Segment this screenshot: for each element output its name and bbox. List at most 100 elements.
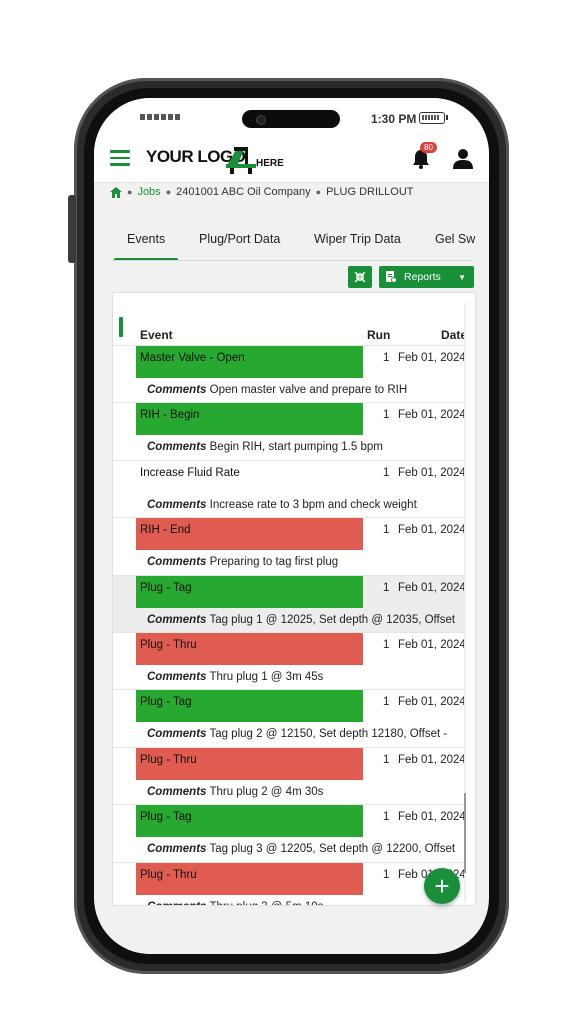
comment-label: Comments — [147, 901, 206, 905]
run-cell: 1 — [383, 466, 390, 479]
comment-label: Comments — [147, 556, 207, 569]
run-cell: 1 — [383, 696, 390, 709]
logo-suffix: HERE — [256, 158, 284, 169]
battery-icon — [419, 112, 448, 124]
comment-line: Comments Increase rate to 3 bpm and chec… — [147, 499, 417, 511]
table-row[interactable]: Plug - Tag 1 Feb 01, 2024 Comments Tag plug… — [113, 689, 465, 747]
home-icon[interactable] — [110, 186, 122, 198]
collapse-button[interactable] — [348, 266, 372, 288]
breadcrumb-jobs-link[interactable]: Jobs — [137, 186, 160, 198]
comment-line: Comments Open master valve and prepare t… — [147, 384, 407, 396]
column-header-date[interactable]: Date — [441, 328, 465, 342]
notch — [242, 110, 340, 128]
table-row[interactable]: Master Valve - Open 1 Feb 01, 2024 Comments… — [113, 345, 465, 403]
status-bar: 1:30 PM — [94, 98, 489, 142]
tab-events[interactable]: Events — [127, 232, 165, 246]
comment-text: Thru plug 2 @ 4m 30s — [209, 785, 324, 798]
run-cell: 1 — [383, 524, 390, 537]
comment-text: Tag plug 2 @ 12150, Set depth 12180, Off… — [209, 728, 448, 741]
event-name-cell: Plug - Tag — [136, 690, 363, 723]
comment-label: Comments — [147, 384, 207, 396]
run-cell: 1 — [383, 352, 390, 364]
table-row[interactable]: RIH - End 1 Feb 01, 2024 Comments Preparing… — [113, 517, 465, 575]
date-cell: Feb 01, 2024 — [398, 581, 465, 594]
event-name-cell: Increase Fluid Rate — [140, 466, 240, 479]
run-cell: 1 — [383, 639, 390, 651]
comment-line: Comments Tag plug 2 @ 12150, Set depth 1… — [147, 728, 447, 740]
event-name-cell: RIH - Begin — [136, 403, 363, 436]
reports-label: Reports — [404, 271, 441, 283]
comment-text: Begin RIH, start pumping 1.5 bpm — [209, 441, 383, 454]
comment-label: Comments — [147, 613, 207, 626]
run-cell: 1 — [383, 409, 390, 422]
column-header-event[interactable]: Event — [140, 328, 173, 342]
comment-label: Comments — [147, 843, 207, 856]
comment-text: Increase rate to 3 bpm and check weight — [209, 498, 417, 511]
run-cell: 1 — [383, 868, 390, 881]
phone-side-button — [68, 195, 76, 263]
user-icon[interactable] — [452, 148, 474, 170]
table-row[interactable]: Plug - Thru1Feb 01, 2024Comments Thru pl… — [113, 861, 465, 905]
oil-rig-logo-icon — [226, 147, 256, 174]
comment-text: Thru plug 3 @ 5m 10s — [209, 901, 323, 905]
run-cell: 1 — [383, 581, 390, 594]
table-row[interactable]: Plug - Tag 1 Feb 01, 2024 Comments Tag plug… — [113, 574, 465, 633]
hamburger-menu-icon[interactable] — [110, 150, 130, 166]
tabs-divider — [112, 260, 472, 261]
event-name-cell: Plug - Thru — [136, 862, 363, 895]
event-name-cell: Plug - Thru — [136, 633, 363, 665]
comment-line: Comments Thru plug 3 @ 5m 10s — [147, 901, 323, 905]
date-cell: Feb 01, 2024 — [398, 696, 465, 709]
date-cell: Feb 01, 2024 — [398, 409, 465, 422]
date-cell: Feb 01, 2024 — [398, 639, 465, 651]
comment-line: Comments Tag plug 3 @ 12205, Set depth @… — [147, 843, 455, 855]
add-event-button[interactable]: + — [424, 868, 460, 904]
signal-icon — [140, 114, 180, 120]
date-cell: Feb 01, 2024 — [398, 352, 465, 364]
table-row[interactable]: Plug - Tag 1 Feb 01, 2024 Comments Tag plug… — [113, 804, 465, 862]
comment-line: Comments Thru plug 2 @ 4m 30s — [147, 786, 323, 798]
status-time: 1:30 PM — [371, 112, 417, 126]
tab-gel-sweep[interactable]: Gel Sw — [435, 232, 475, 246]
run-cell: 1 — [383, 811, 390, 824]
breadcrumb: ● Jobs ● 2401001 ABC Oil Company ● PLUG … — [110, 184, 414, 200]
event-name-cell: Plug - Tag — [136, 575, 363, 608]
date-cell: Feb 01, 2024 — [398, 811, 465, 824]
breadcrumb-separator: ● — [127, 187, 133, 197]
event-name-cell: Plug - Thru — [136, 747, 363, 780]
breadcrumb-separator: ● — [315, 187, 322, 197]
camera-icon — [256, 115, 266, 125]
tab-plug-port-data[interactable]: Plug/Port Data — [199, 232, 280, 246]
table-row[interactable]: RIH - Begin 1 Feb 01, 2024 Comments Begin R… — [113, 402, 465, 460]
reports-button[interactable]: Reports ▼ — [379, 266, 474, 288]
column-header-run[interactable]: Run — [367, 328, 390, 342]
table-row[interactable]: Plug - Thru 1 Feb 01, 2024 Comments Thru pl… — [113, 632, 465, 690]
event-name-cell: Master Valve - Open — [136, 346, 363, 378]
breadcrumb-job[interactable]: 2401001 ABC Oil Company — [176, 186, 311, 198]
comment-line: Comments Preparing to tag first plug — [147, 556, 338, 568]
comment-label: Comments — [147, 498, 207, 511]
run-cell: 1 — [383, 753, 390, 766]
date-cell: Feb 01, 2024 — [398, 753, 465, 766]
scrollbar-thumb[interactable] — [464, 793, 466, 873]
comment-label: Comments — [147, 671, 207, 683]
comment-text: Thru plug 1 @ 3m 45s — [209, 671, 324, 683]
section-accent-bar — [119, 317, 123, 337]
tab-wiper-trip-data[interactable]: Wiper Trip Data — [314, 232, 401, 246]
bottom-area — [94, 924, 489, 954]
comment-text: Tag plug 3 @ 12205, Set depth @ 12200, O… — [209, 843, 456, 856]
events-table-panel: Event Run Date Master Valve - Open 1 Feb 0… — [112, 292, 476, 906]
breadcrumb-current: PLUG DRILLOUT — [326, 186, 414, 198]
event-name-cell: RIH - End — [136, 518, 363, 551]
date-cell: Feb 01, 2024 — [398, 466, 465, 479]
event-name-cell: Plug - Tag — [136, 805, 363, 838]
table-row[interactable]: Plug - Thru 1 Feb 01, 2024 Comments Thru pl… — [113, 746, 465, 805]
date-cell: Feb 01, 2024 — [398, 524, 465, 537]
chevron-down-icon[interactable]: ▼ — [458, 273, 466, 282]
comment-label: Comments — [147, 728, 207, 741]
collapse-arrows-icon — [354, 271, 366, 283]
breadcrumb-separator: ● — [165, 187, 172, 197]
table-row[interactable]: Increase Fluid Rate 1 Feb 01, 2024 Comments… — [113, 459, 465, 518]
tab-bar: Events Plug/Port Data Wiper Trip Data Ge… — [112, 224, 489, 264]
notification-badge: 80 — [420, 142, 437, 153]
